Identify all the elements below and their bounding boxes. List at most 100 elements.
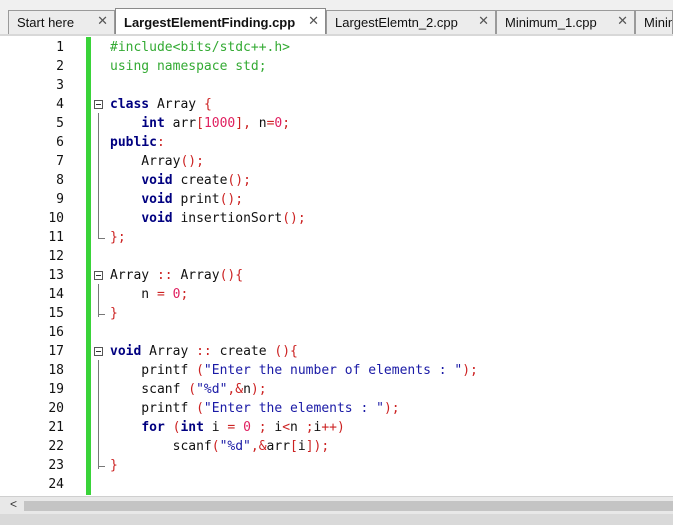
scrollbar-thumb[interactable] [24, 501, 673, 511]
code-line[interactable]: 4 class Array { [0, 96, 673, 115]
line-number: 23 [48, 458, 64, 473]
code-token: } [110, 306, 118, 321]
code-line[interactable]: 23} [0, 457, 673, 476]
code-text: #include<bits/stdc++.h> [110, 40, 290, 55]
tab-largest-element-finding[interactable]: LargestElementFinding.cpp ✕ [115, 8, 326, 35]
code-line[interactable]: 8 void create(); [0, 172, 673, 191]
fold-collapse-icon[interactable] [94, 271, 103, 280]
code-text: Array(); [110, 154, 204, 169]
code-token: ++) [321, 420, 345, 435]
code-token: (); [227, 173, 251, 188]
tab-bar: Start here ✕ LargestElementFinding.cpp ✕… [0, 0, 673, 36]
code-line[interactable]: 18 printf ("Enter the number of elements… [0, 362, 673, 381]
code-token: class [110, 97, 150, 112]
code-line[interactable]: 11}; [0, 229, 673, 248]
code-token: "%d" [219, 439, 251, 454]
code-line[interactable]: 24 [0, 476, 673, 495]
code-text: printf ("Enter the elements : "); [110, 401, 399, 416]
close-icon[interactable]: ✕ [308, 13, 319, 29]
code-token: void [110, 344, 142, 359]
line-number: 16 [48, 325, 64, 340]
code-line[interactable]: 10 void insertionSort(); [0, 210, 673, 229]
code-token: (); [219, 192, 244, 207]
line-number: 13 [48, 268, 64, 283]
code-text: using namespace std; [110, 59, 267, 74]
scroll-left-icon[interactable]: < [10, 497, 17, 511]
code-line[interactable]: 20 printf ("Enter the elements : "); [0, 400, 673, 419]
code-text: scanf("%d",&arr[i]); [110, 439, 330, 454]
line-number: 2 [56, 59, 64, 74]
code-line[interactable]: 21 for (int i = 0 ; i<n ;i++) [0, 419, 673, 438]
code-line[interactable]: 3 [0, 77, 673, 96]
tab-start-here[interactable]: Start here ✕ [8, 10, 115, 34]
code-text: void print(); [110, 192, 243, 207]
code-token: ); [462, 363, 478, 378]
line-number: 24 [48, 477, 64, 492]
code-line[interactable]: 15} [0, 305, 673, 324]
code-text: int arr[1000], n=0; [110, 116, 290, 131]
code-token: ; [305, 420, 314, 435]
code-line[interactable]: 1 #include<bits/stdc++.h> [0, 39, 673, 58]
code-line[interactable]: 5 int arr[1000], n=0; [0, 115, 673, 134]
code-line[interactable]: 7 Array(); [0, 153, 673, 172]
fold-end-marker [98, 229, 105, 239]
code-token: [ [196, 116, 204, 131]
code-line[interactable]: 6 public: [0, 134, 673, 153]
close-icon[interactable]: ✕ [478, 13, 489, 29]
code-token: create [211, 344, 275, 359]
code-line[interactable]: 14 n = 0; [0, 286, 673, 305]
code-line[interactable]: 19 scanf ("%d",&n); [0, 381, 673, 400]
code-token: "Enter the number of elements : " [203, 363, 463, 378]
code-token: create [172, 173, 228, 188]
code-token: :: [196, 344, 212, 359]
code-text: }; [110, 230, 126, 245]
line-number: 7 [56, 154, 64, 169]
code-line[interactable]: 12 [0, 248, 673, 267]
code-token: }; [110, 230, 126, 245]
code-text: public: [110, 135, 165, 150]
fold-end-marker [98, 457, 105, 467]
code-text: for (int i = 0 ; i<n ;i++) [110, 420, 345, 435]
line-number: 8 [56, 173, 64, 188]
code-token: (); [180, 154, 204, 169]
line-number: 17 [48, 344, 64, 359]
fold-collapse-icon[interactable] [94, 100, 103, 109]
code-line[interactable]: 17 void Array :: create (){ [0, 343, 673, 362]
line-number: 6 [56, 135, 64, 150]
code-editor[interactable]: 1 #include<bits/stdc++.h> 2 using namespace… [0, 37, 673, 495]
code-token: ], [235, 116, 251, 131]
code-token: } [110, 458, 118, 473]
code-token: arr [164, 116, 197, 131]
code-line[interactable]: 22 scanf("%d",&arr[i]); [0, 438, 673, 457]
tab-minimum-1[interactable]: Minimum_1.cpp ✕ [496, 10, 635, 34]
code-line[interactable]: 13 Array :: Array(){ [0, 267, 673, 286]
code-token: public [110, 135, 157, 150]
code-token: scanf [110, 439, 212, 454]
close-icon[interactable]: ✕ [97, 13, 108, 29]
tab-label: Minimum_1.cpp [505, 15, 597, 30]
code-token: printf [110, 363, 197, 378]
horizontal-scrollbar[interactable]: < [0, 496, 673, 515]
tab-largest-elemtn-2[interactable]: LargestElemtn_2.cpp ✕ [326, 10, 496, 34]
code-line[interactable]: 16 [0, 324, 673, 343]
code-token: "%d" [196, 382, 228, 397]
code-line[interactable]: 9 void print(); [0, 191, 673, 210]
code-text: void Array :: create (){ [110, 344, 298, 359]
line-number: 3 [56, 78, 64, 93]
tab-minimum-partial[interactable]: Minimu [635, 10, 673, 34]
code-token: : [156, 135, 165, 150]
code-token: ( [188, 382, 197, 397]
code-text: } [110, 458, 118, 473]
code-token: ,& [227, 382, 244, 397]
code-line[interactable]: 2 using namespace std; [0, 58, 673, 77]
code-token: printf [110, 401, 197, 416]
fold-collapse-icon[interactable] [94, 347, 103, 356]
code-token: Array [110, 268, 157, 283]
code-text: Array :: Array(){ [110, 268, 243, 283]
close-icon[interactable]: ✕ [617, 13, 628, 29]
line-number: 5 [56, 116, 64, 131]
